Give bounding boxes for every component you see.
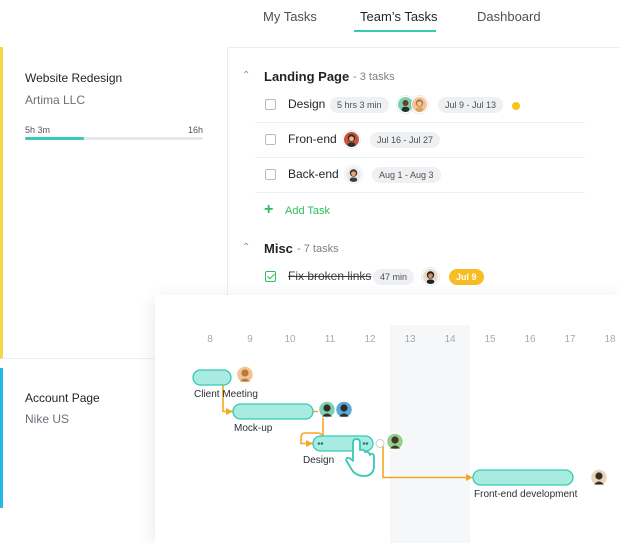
resize-handle-right-icon[interactable]: [365, 442, 369, 445]
gantt-chart: 8 9 10 11 12 13 14 15 16 17 18 Client Meeting Mock-u…: [192, 325, 616, 543]
resize-handle-left-icon[interactable]: [317, 442, 321, 445]
gantt-bar-label: Front-end development: [474, 489, 578, 500]
day-label: 10: [284, 334, 296, 345]
project-client: Artima LLC: [25, 93, 86, 107]
task-time-pill: 47 min: [373, 269, 415, 285]
progress-bar: [25, 137, 203, 140]
status-dot: [512, 102, 520, 110]
avatar-face: [241, 369, 249, 377]
task-row-design[interactable]: Design 5 hrs 3 min Jul 9 - Jul 13: [255, 88, 585, 123]
day-label: 14: [444, 334, 456, 345]
task-dates-pill: Jul 9: [449, 269, 484, 285]
project-title: Website Redesign: [25, 71, 123, 85]
day-label: 16: [524, 334, 536, 345]
day-label: 15: [484, 334, 496, 345]
gantt-bar-label: Client Meeting: [194, 389, 258, 400]
group-task-count: - 3 tasks: [353, 71, 395, 83]
gantt-bar[interactable]: [472, 469, 574, 486]
avatar-face: [323, 404, 331, 412]
task-name: Back-end: [288, 167, 339, 181]
group-title: Landing Page: [264, 69, 350, 84]
task-checkbox[interactable]: [265, 134, 276, 145]
weekend-shade: [390, 325, 470, 543]
task-checkbox[interactable]: [265, 99, 276, 110]
task-time-pill: 5 hrs 3 min: [330, 97, 389, 113]
plus-icon: +: [264, 201, 274, 218]
gantt-bar[interactable]: [192, 369, 232, 386]
task-row-fron-end[interactable]: Fron-end Jul 16 - Jul 27: [255, 123, 585, 158]
project-title: Account Page: [25, 391, 100, 405]
task-name: Fron-end: [288, 132, 337, 146]
progress-bar-fill: [25, 137, 84, 140]
task-checkbox[interactable]: [265, 169, 276, 180]
task-dates-pill: Jul 9 - Jul 13: [438, 97, 504, 113]
avatar-face: [391, 436, 399, 444]
avatar-face: [595, 472, 603, 480]
day-label: 18: [604, 334, 616, 345]
group-task-count: - 7 tasks: [297, 243, 339, 255]
task-checkbox-checked[interactable]: [265, 271, 276, 282]
tab-my-tasks[interactable]: My Tasks: [263, 9, 317, 24]
dependency-arrowhead: [306, 440, 313, 447]
tab-dashboard[interactable]: Dashboard: [477, 9, 541, 24]
dependency-arrowhead: [226, 408, 233, 415]
collapse-chevron-icon[interactable]: ⌃: [242, 70, 250, 81]
day-label: 12: [364, 334, 376, 345]
gantt-bar-label: Design: [303, 455, 334, 466]
group-title: Misc: [264, 241, 293, 256]
gantt-timeline-panel: 8 9 10 11 12 13 14 15 16 17 18 Client Meeting Mock-u…: [155, 295, 620, 543]
task-dates-pill: Jul 16 - Jul 27: [370, 132, 441, 148]
tracked-time: 5h 3m: [25, 125, 51, 135]
assignee-avatar: [343, 131, 360, 148]
task-dates-pill: Aug 1 - Aug 3: [372, 167, 441, 183]
day-label: 17: [564, 334, 576, 345]
estimated-time: 16h: [187, 125, 203, 135]
assignee-avatar: [411, 96, 428, 113]
add-task-label: Add Task: [285, 205, 331, 217]
assignee-avatar: [345, 166, 362, 183]
avatar-face: [340, 404, 348, 412]
project-client: Nike US: [25, 412, 70, 426]
day-label: 9: [247, 334, 253, 345]
collapse-chevron-icon[interactable]: ⌃: [242, 242, 250, 253]
task-name: Fix broken links: [288, 269, 372, 283]
task-name: Design: [288, 97, 326, 111]
day-label: 13: [404, 334, 416, 345]
task-row-fix-broken-links[interactable]: Fix broken links 47 min Jul 9: [255, 260, 585, 295]
resize-handle-right-icon[interactable]: [362, 442, 366, 445]
gantt-bar[interactable]: [232, 403, 314, 420]
link-handle-icon[interactable]: [375, 439, 385, 448]
assignee-avatar: [422, 268, 439, 285]
resize-handle-left-icon[interactable]: [320, 442, 324, 445]
active-tab-indicator: [354, 30, 436, 32]
view-tabs: My Tasks Team’s Tasks Dashboard: [228, 0, 620, 34]
gantt-bar-label: Mock-up: [234, 423, 273, 434]
tab-teams-tasks[interactable]: Team’s Tasks: [360, 9, 438, 24]
day-label: 11: [325, 334, 336, 345]
day-label: 8: [207, 334, 213, 345]
task-row-back-end[interactable]: Back-end Aug 1 - Aug 3: [255, 158, 585, 193]
